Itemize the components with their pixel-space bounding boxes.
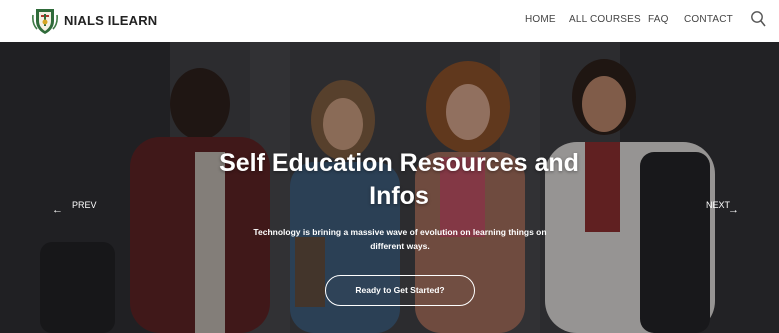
shield-crest-icon[interactable] [32, 5, 58, 35]
hero-title: Self Education Resources and Infos [219, 149, 579, 210]
next-label: NEXT [706, 200, 731, 210]
get-started-button[interactable]: Ready to Get Started? [325, 275, 475, 306]
search-icon[interactable] [750, 10, 766, 28]
arrow-right-icon: → [728, 204, 739, 216]
nav-contact[interactable]: CONTACT [684, 14, 733, 25]
hero-slider: ← PREV NEXT → Self Education Resources a… [0, 42, 779, 333]
nav-all-courses[interactable]: ALL COURSES [569, 14, 641, 25]
nav-home[interactable]: HOME [525, 14, 556, 25]
brand-name[interactable]: NIALS ILEARN [64, 13, 157, 28]
site-header: NIALS ILEARN HOME ALL COURSES FAQ CONTAC… [0, 0, 779, 42]
nav-faq[interactable]: FAQ [648, 14, 669, 25]
arrow-left-icon: ← [52, 204, 63, 216]
prev-label: PREV [72, 200, 97, 210]
hero-subtitle: Technology is brining a massive wave of … [253, 227, 547, 251]
